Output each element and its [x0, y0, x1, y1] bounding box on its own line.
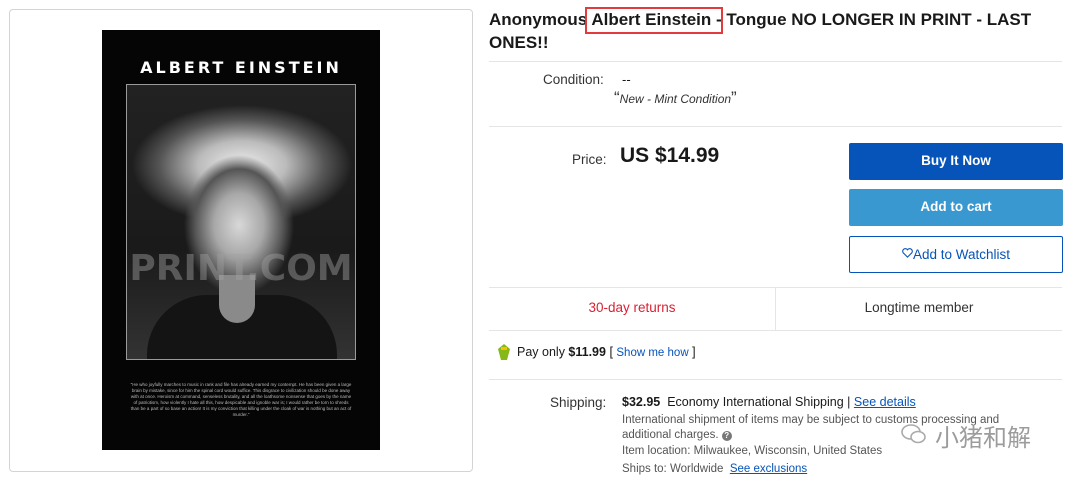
see-exclusions-link[interactable]: See exclusions: [730, 463, 807, 475]
item-location: Item location: Milwaukee, Wisconsin, Uni…: [622, 445, 883, 457]
poster-title: ALBERT EINSTEIN: [140, 58, 342, 77]
returns-badge: 30-day returns: [588, 300, 676, 315]
paypal-offer: Pay only $11.99 [ Show me how ]: [517, 345, 696, 359]
customs-note-line2: additional charges.: [622, 429, 719, 441]
paypal-credit-icon: [496, 343, 512, 366]
show-me-how-link[interactable]: Show me how: [616, 347, 688, 359]
shipping-label: Shipping:: [550, 395, 607, 410]
poster-quote: "He who joyfully marches to music in ran…: [130, 382, 352, 417]
shipping-separator: |: [843, 395, 854, 409]
einstein-photo: [126, 84, 356, 360]
paypal-text: Pay only: [517, 345, 569, 359]
price-value: US $14.99: [620, 144, 720, 167]
condition-label: Condition:: [543, 72, 604, 87]
divider: [489, 379, 1062, 380]
bracket-open: [: [605, 345, 617, 359]
shipping-summary: $32.95 Economy International Shipping | …: [622, 395, 916, 409]
add-to-watchlist-button[interactable]: Add to Watchlist: [849, 236, 1063, 273]
ships-to: Ships to: Worldwide See exclusions: [622, 463, 807, 475]
wechat-watermark: 小猪和解: [935, 424, 1031, 452]
close-quote: ”: [731, 88, 737, 107]
buy-it-now-button[interactable]: Buy It Now: [849, 143, 1063, 180]
listing-title: Anonymous Albert Einstein - Tongue NO LO…: [489, 8, 1049, 54]
bracket-close: ]: [688, 345, 696, 359]
shipping-method: Economy International Shipping: [667, 395, 844, 409]
image-watermark: PRINT.COM: [129, 248, 353, 289]
heart-icon: [902, 236, 913, 272]
divider: [489, 61, 1062, 62]
divider: [489, 330, 1062, 331]
member-badge: Longtime member: [864, 300, 974, 315]
add-to-cart-button[interactable]: Add to cart: [849, 189, 1063, 226]
watchlist-label: Add to Watchlist: [912, 247, 1011, 262]
wechat-icon: [900, 420, 928, 448]
title-prefix: Anonymous: [489, 10, 592, 29]
paypal-amount: $11.99: [568, 345, 606, 359]
condition-note: “New - Mint Condition”: [614, 88, 737, 108]
condition-note-text: New - Mint Condition: [619, 92, 732, 106]
highlight-box: [585, 7, 723, 34]
shipping-amount: $32.95: [622, 395, 661, 409]
ships-to-text: Ships to: Worldwide: [622, 463, 724, 475]
see-details-link[interactable]: See details: [854, 395, 916, 409]
product-image[interactable]: ALBERT EINSTEIN PRINT.COM "He who joyful…: [102, 30, 380, 450]
condition-value: --: [622, 72, 631, 87]
price-label: Price:: [572, 152, 607, 167]
help-icon[interactable]: ?: [721, 431, 732, 441]
divider: [489, 126, 1062, 127]
